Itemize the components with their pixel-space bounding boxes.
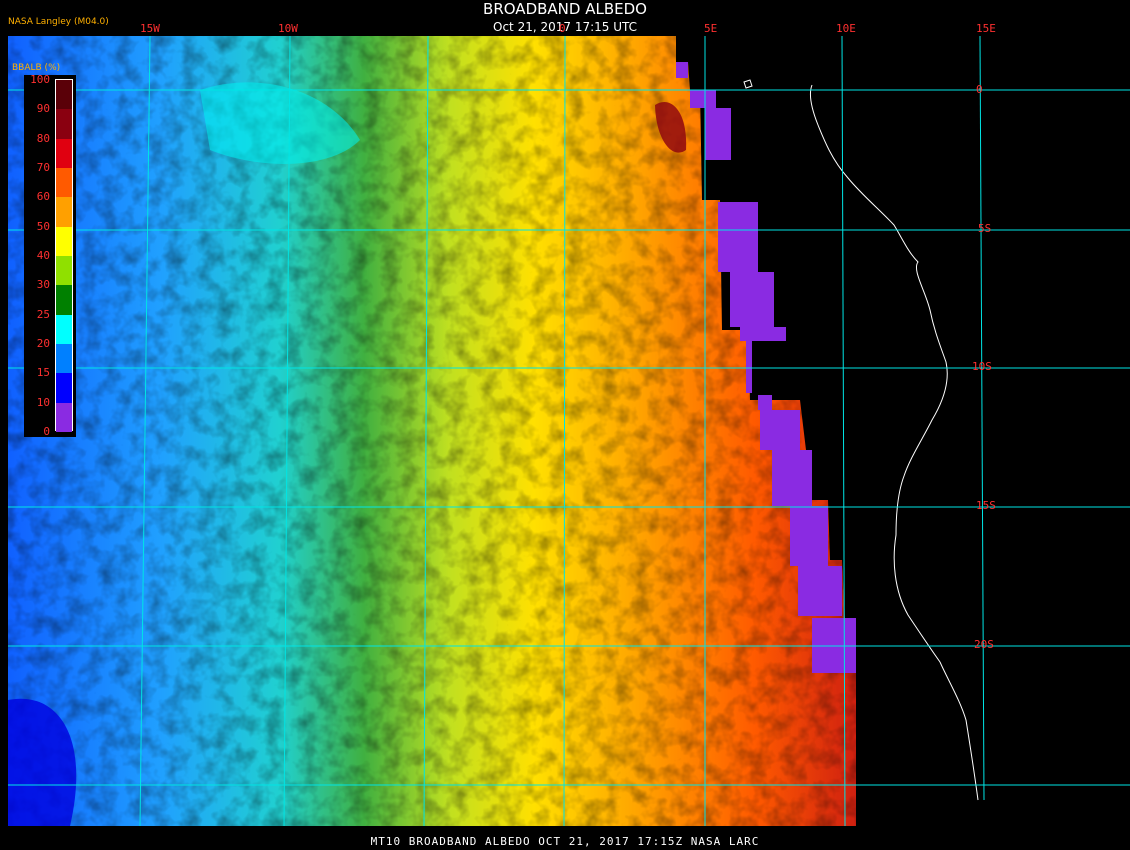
legend-tick-label: 60 <box>36 190 50 204</box>
legend-tick-label: 15 <box>36 366 50 380</box>
legend-color-bar <box>55 79 73 433</box>
legend-swatch <box>56 402 72 433</box>
legend-swatch <box>56 197 72 228</box>
legend-tick-label: 80 <box>36 131 50 145</box>
lon-label-15e: 15E <box>976 22 996 35</box>
legend-tick-label: 40 <box>36 249 50 262</box>
lon-label-10w: 10W <box>278 22 298 35</box>
legend-swatch <box>56 168 72 198</box>
legend-tick-label: 50 <box>36 219 50 233</box>
legend-tick-label: 25 <box>36 307 50 321</box>
legend-tick-label: 30 <box>36 278 50 292</box>
lon-label-5e: 5E <box>704 22 718 35</box>
legend-title: BBALB (%) <box>12 63 61 73</box>
legend-swatch <box>56 373 72 404</box>
legend-swatch <box>56 344 72 374</box>
albedo-map <box>8 35 1130 827</box>
lat-label-0: 0 <box>976 83 983 96</box>
legend-swatch <box>56 314 72 345</box>
color-legend: 100 90 80 70 60 50 40 30 25 20 15 10 0 <box>24 73 76 438</box>
legend-swatch <box>56 226 72 257</box>
lon-label-15w: 15W <box>140 22 160 35</box>
legend-tick-label: 20 <box>36 337 50 350</box>
lat-label-15s: 15S <box>976 499 996 512</box>
map-title: BROADBAND ALBEDO <box>483 0 647 18</box>
lat-label-5s: 5S <box>978 222 992 235</box>
lon-label-10e: 10E <box>836 22 856 35</box>
legend-swatch <box>56 285 72 316</box>
lat-label-10s: 10S <box>972 360 992 373</box>
legend-swatch <box>56 80 72 110</box>
lon-label-0: 0 <box>559 22 566 35</box>
footer-caption: MT10 BROADBAND ALBEDO OCT 21, 2017 17:15… <box>370 835 760 848</box>
legend-tick-label: 70 <box>36 161 50 174</box>
island <box>743 79 753 89</box>
legend-swatch <box>56 256 72 286</box>
legend-tick-label: 100 <box>30 73 50 86</box>
legend-swatch <box>56 138 72 169</box>
legend-tick-label: 10 <box>36 395 50 409</box>
legend-swatch <box>56 109 72 140</box>
legend-tick-label: 0 <box>43 425 50 438</box>
legend-tick-label: 90 <box>36 102 50 116</box>
credit-label: NASA Langley (M04.0) <box>8 17 109 27</box>
lat-label-20s: 20S <box>974 638 994 651</box>
